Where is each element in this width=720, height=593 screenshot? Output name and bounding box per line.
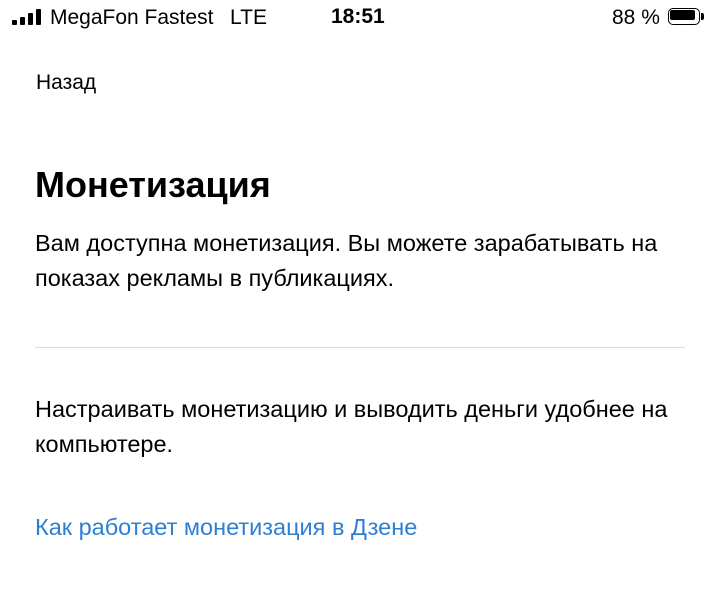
status-bar: MegaFon Fastest LTE 18:51 88 % — [0, 0, 720, 38]
battery-level — [670, 10, 695, 20]
divider — [35, 347, 685, 348]
page-title: Монетизация — [35, 164, 271, 205]
battery-icon — [668, 8, 704, 25]
signal-strength-icon — [12, 9, 42, 25]
network-type: LTE — [230, 6, 267, 29]
monetization-help-link[interactable]: Как работает монетизация в Дзене — [35, 510, 417, 545]
carrier-name: MegaFon Fastest — [50, 6, 214, 29]
monetization-description: Вам доступна монетизация. Вы можете зара… — [35, 230, 658, 291]
back-button[interactable]: Назад — [36, 69, 96, 97]
clock: 18:51 — [331, 5, 385, 28]
battery-percent: 88 % — [612, 6, 660, 29]
desktop-note: Настраивать монетизацию и выводить деньг… — [35, 396, 668, 457]
